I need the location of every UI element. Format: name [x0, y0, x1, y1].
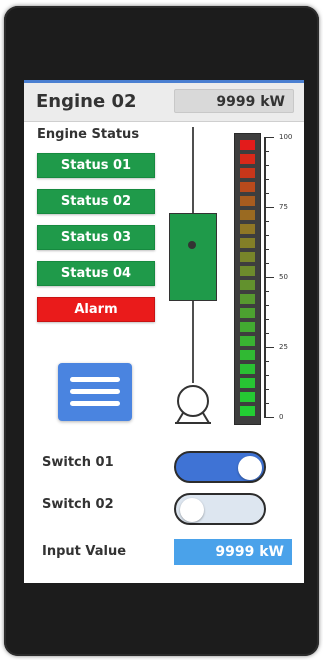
header-bar: Engine 02 9999 kW [24, 83, 304, 122]
scale-minor-tick [264, 375, 269, 376]
pump-icon [175, 385, 211, 424]
status-03-button[interactable]: Status 03 [37, 225, 155, 250]
level-segment [240, 364, 255, 374]
scale-tick-label: 50 [279, 273, 288, 281]
level-segment [240, 266, 255, 276]
scale-minor-tick [264, 263, 269, 264]
level-segment [240, 378, 255, 388]
level-segment [240, 224, 255, 234]
scale-minor-tick [264, 207, 269, 208]
level-segment [240, 168, 255, 178]
status-04-button[interactable]: Status 04 [37, 261, 155, 286]
scale-minor-tick [264, 333, 269, 334]
level-segment [240, 406, 255, 416]
engine-status-label: Engine Status [37, 127, 140, 142]
level-segment [240, 322, 255, 332]
hmi-screen: Engine 02 9999 kW Engine Status Status 0… [24, 80, 304, 583]
hamburger-menu-icon [70, 377, 120, 382]
level-segment [240, 238, 255, 248]
scale-minor-tick [264, 319, 269, 320]
switch-01-label: Switch 01 [42, 455, 114, 470]
scale-minor-tick [264, 151, 269, 152]
alarm-button[interactable]: Alarm [37, 297, 155, 322]
scale-minor-tick [264, 277, 269, 278]
menu-button[interactable] [58, 363, 132, 421]
level-segment [240, 210, 255, 220]
scale-minor-tick [264, 291, 269, 292]
level-segment [240, 308, 255, 318]
scale-tick-label: 100 [279, 133, 293, 141]
valve-icon [169, 213, 217, 301]
scale-tick-label: 75 [279, 203, 288, 211]
hamburger-bar-icon [70, 389, 120, 394]
input-value-field[interactable]: 9999 kW [174, 539, 292, 565]
scale-minor-tick [264, 137, 269, 138]
scale-minor-tick [264, 347, 269, 348]
valve-pivot [188, 241, 196, 249]
level-segment [240, 154, 255, 164]
scale-minor-tick [264, 221, 269, 222]
level-segment [240, 196, 255, 206]
scale-minor-tick [264, 305, 269, 306]
scale-minor-tick [264, 235, 269, 236]
switch-02-label: Switch 02 [42, 497, 114, 512]
scale-minor-tick [264, 417, 269, 418]
level-segment [240, 140, 255, 150]
level-segment [240, 280, 255, 290]
power-display: 9999 kW [174, 89, 294, 113]
level-segment [240, 392, 255, 402]
scale-minor-tick [264, 165, 269, 166]
scale-minor-tick [264, 361, 269, 362]
scale-minor-tick [264, 193, 269, 194]
switch-02-toggle[interactable] [174, 493, 266, 525]
level-segment [240, 182, 255, 192]
level-bar [234, 133, 261, 425]
hamburger-bar-icon [70, 401, 120, 406]
scale-tick-label: 0 [279, 413, 284, 421]
scale-minor-tick [264, 403, 269, 404]
level-segment [240, 252, 255, 262]
scale-minor-tick [264, 249, 269, 250]
level-segment [240, 294, 255, 304]
scale-minor-tick [264, 179, 269, 180]
status-01-button[interactable]: Status 01 [37, 153, 155, 178]
level-segment [240, 336, 255, 346]
switch-01-toggle[interactable] [174, 451, 266, 483]
status-02-button[interactable]: Status 02 [37, 189, 155, 214]
scale-tick-label: 25 [279, 343, 288, 351]
switch-knob [238, 456, 262, 480]
level-segment [240, 350, 255, 360]
switch-knob [180, 498, 204, 522]
page-title: Engine 02 [36, 91, 137, 112]
scale-minor-tick [264, 389, 269, 390]
input-value-label: Input Value [42, 544, 127, 559]
